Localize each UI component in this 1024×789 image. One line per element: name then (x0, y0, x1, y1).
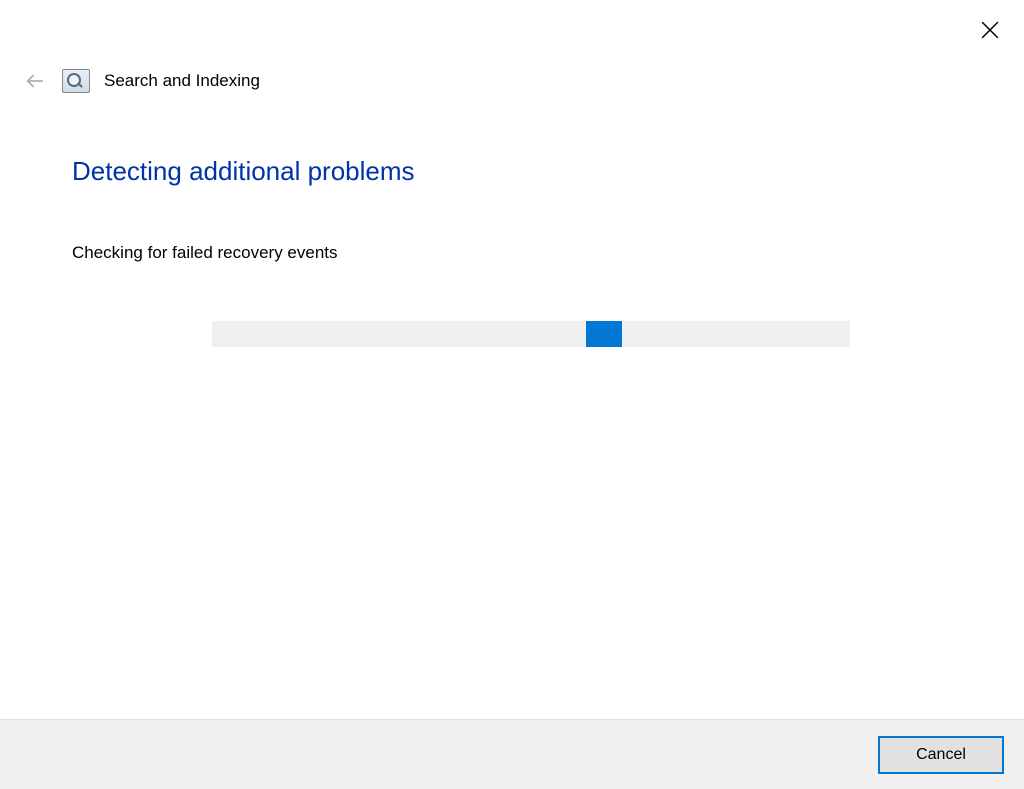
arrow-left-icon (24, 70, 46, 92)
troubleshooter-icon (62, 69, 90, 93)
main-heading: Detecting additional problems (72, 156, 952, 187)
progress-bar (212, 321, 850, 347)
status-text: Checking for failed recovery events (72, 243, 952, 263)
back-button[interactable] (22, 68, 48, 94)
troubleshooter-title: Search and Indexing (104, 71, 260, 91)
close-button[interactable] (976, 16, 1004, 44)
cancel-button[interactable]: Cancel (878, 736, 1004, 774)
close-icon (981, 21, 999, 39)
progress-wrap (212, 321, 852, 347)
header-row: Search and Indexing (22, 68, 260, 94)
content-area: Detecting additional problems Checking f… (72, 156, 952, 347)
progress-indicator (586, 321, 622, 347)
footer: Cancel (0, 719, 1024, 789)
